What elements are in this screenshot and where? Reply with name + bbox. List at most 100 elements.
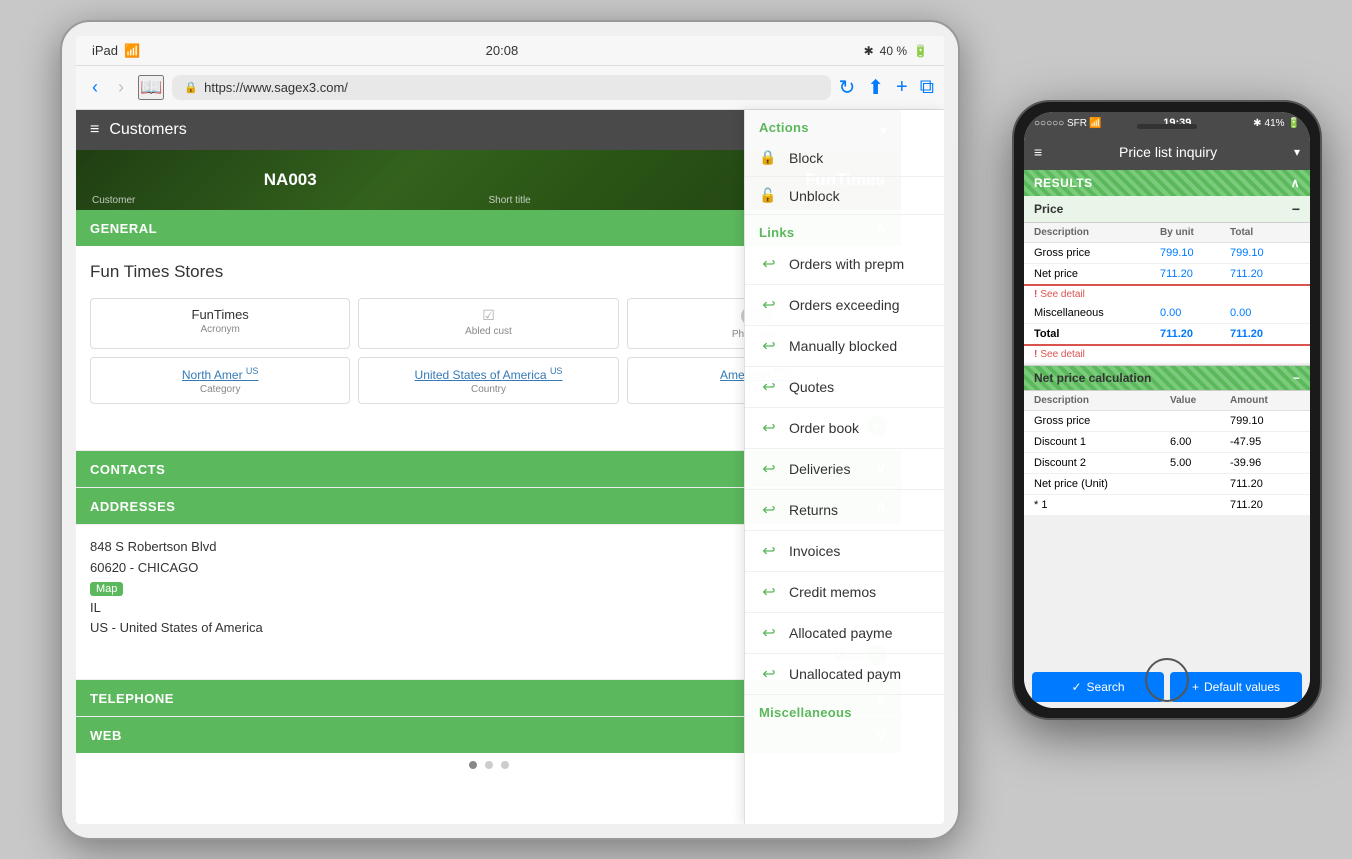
abled-cust-label: Abled cust: [369, 326, 607, 337]
see-detail-icon: !: [1034, 289, 1037, 300]
price-section-header: Price −: [1024, 196, 1310, 223]
category-value[interactable]: North Amer US: [101, 366, 339, 382]
netprice-minus-icon[interactable]: −: [1293, 371, 1300, 385]
price-row-gross: Gross price 799.10 799.10: [1024, 243, 1310, 264]
results-chevron-icon[interactable]: ∧: [1291, 176, 1300, 190]
phone: ○○○○○ SFR 📶 19:39 ✱ 41% 🔋 ≡ Price list i…: [1012, 100, 1322, 720]
price-minus-icon[interactable]: −: [1292, 201, 1300, 217]
menu-item-orders-prepm[interactable]: ↩ Orders with prepm: [745, 244, 944, 285]
menu-item-deliveries[interactable]: ↩ Deliveries: [745, 449, 944, 490]
country-field: United States of America US Country: [358, 357, 618, 404]
orders-prepm-label: Orders with prepm: [789, 256, 904, 272]
share-button[interactable]: ⬆: [867, 75, 884, 100]
tabs-button[interactable]: ⧉: [920, 76, 934, 99]
see-detail-1[interactable]: ! See detail: [1024, 286, 1310, 303]
col-description: Description: [1034, 227, 1160, 238]
tablet: iPad 📶 20:08 ✱ 40 % 🔋 ‹ › 📖 🔒 https://ww…: [60, 20, 960, 840]
np-netunit-amount: 711.20: [1230, 478, 1300, 490]
netprice-table-header: Description Value Amount: [1024, 391, 1310, 411]
price-table-header: Description By unit Total: [1024, 223, 1310, 243]
price-row-total: Total 711.20 711.20: [1024, 324, 1310, 346]
misc-byunit: 0.00: [1160, 307, 1230, 319]
phone-home-button[interactable]: [1145, 658, 1189, 702]
menu-item-returns[interactable]: ↩ Returns: [745, 490, 944, 531]
np-row-disc1: Discount 1 6.00 -47.95: [1024, 432, 1310, 453]
dot-3: [501, 761, 509, 769]
ipad-time: 20:08: [486, 43, 519, 58]
phone-statusbar-left: ○○○○○ SFR 📶: [1034, 118, 1101, 129]
phone-battery-icon: 🔋: [1288, 118, 1300, 129]
statusbar-left: iPad 📶: [92, 43, 140, 59]
np-row-netunit: Net price (Unit) 711.20: [1024, 474, 1310, 495]
phone-chevron-icon[interactable]: ▾: [1294, 145, 1300, 159]
manually-blocked-label: Manually blocked: [789, 338, 897, 354]
bookmarks-button[interactable]: 📖: [138, 75, 164, 100]
np-row-disc2: Discount 2 5.00 -39.96: [1024, 453, 1310, 474]
country-value[interactable]: United States of America US: [369, 366, 607, 382]
menu-item-invoices[interactable]: ↩ Invoices: [745, 531, 944, 572]
forward-button[interactable]: ›: [112, 75, 130, 100]
price-table-misc: Miscellaneous 0.00 0.00 Total 711.20 711…: [1024, 303, 1310, 346]
ipad-label: iPad: [92, 43, 118, 58]
lock-open-icon: 🔓: [759, 187, 779, 204]
deliveries-label: Deliveries: [789, 461, 850, 477]
country-label: Country: [369, 384, 607, 395]
phone-battery-label: 41%: [1265, 118, 1285, 129]
menu-item-unallocated[interactable]: ↩ Unallocated paym: [745, 654, 944, 695]
app-title: Customers: [109, 121, 186, 139]
results-title: RESULTS: [1034, 176, 1093, 190]
price-row-misc: Miscellaneous 0.00 0.00: [1024, 303, 1310, 324]
default-values-button[interactable]: + Default values: [1170, 672, 1302, 702]
np-disc1-value: 6.00: [1170, 436, 1230, 448]
customer-id: NA003: [92, 170, 489, 190]
menu-item-credit-memos[interactable]: ↩ Credit memos: [745, 572, 944, 613]
customer-label: Customer: [92, 195, 135, 206]
see-detail-label-2: See detail: [1040, 349, 1084, 360]
url-bar[interactable]: 🔒 https://www.sagex3.com/: [172, 75, 830, 100]
link-icon: ↩: [759, 500, 779, 520]
menu-item-quotes[interactable]: ↩ Quotes: [745, 367, 944, 408]
abled-cust-field: ☑ Abled cust: [358, 298, 618, 349]
total-total: 711.20: [1230, 328, 1300, 340]
misc-total: 0.00: [1230, 307, 1300, 319]
menu-item-unblock[interactable]: 🔓 Unblock: [745, 177, 944, 215]
statusbar-right: ✱ 40 % 🔋: [864, 44, 928, 58]
menu-item-block[interactable]: 🔒 Block: [745, 139, 944, 177]
gross-price-total: 799.10: [1230, 247, 1300, 259]
checkmark-icon: ✓: [1071, 680, 1081, 694]
app-content: ≡ Customers ▾ Customer NA003 FunTimes Sh…: [76, 110, 944, 824]
phone-wifi-icon: 📶: [1089, 118, 1101, 129]
battery-label: 40 %: [880, 44, 907, 58]
menu-item-orders-exceeding[interactable]: ↩ Orders exceeding: [745, 285, 944, 326]
add-tab-button[interactable]: +: [896, 76, 908, 99]
map-badge[interactable]: Map: [90, 582, 123, 596]
reload-button[interactable]: ↻: [839, 75, 856, 100]
tablet-screen: iPad 📶 20:08 ✱ 40 % 🔋 ‹ › 📖 🔒 https://ww…: [76, 36, 944, 824]
link-icon: ↩: [759, 541, 779, 561]
col-byunit: By unit: [1160, 227, 1230, 238]
np-row-mult: * 1 711.20: [1024, 495, 1310, 516]
menu-item-manually-blocked[interactable]: ↩ Manually blocked: [745, 326, 944, 367]
phone-screen: ○○○○○ SFR 📶 19:39 ✱ 41% 🔋 ≡ Price list i…: [1024, 112, 1310, 708]
net-price-byunit: 711.20: [1160, 268, 1230, 280]
url-text: https://www.sagex3.com/: [204, 80, 348, 95]
total-byunit: 711.20: [1160, 328, 1230, 340]
gross-price-label: Gross price: [1034, 247, 1160, 259]
checkbox-icon: ☑: [369, 307, 607, 324]
search-label: Search: [1087, 680, 1125, 694]
wifi-icon: 📶: [124, 43, 140, 59]
hamburger-icon[interactable]: ≡: [90, 121, 99, 139]
back-button[interactable]: ‹: [86, 75, 104, 100]
phone-hamburger-icon[interactable]: ≡: [1034, 144, 1042, 160]
np-disc2-label: Discount 2: [1034, 457, 1170, 469]
category-label: Category: [101, 384, 339, 395]
phone-app-title: Price list inquiry: [1119, 144, 1217, 160]
menu-item-order-book[interactable]: ↩ Order book: [745, 408, 944, 449]
battery-icon: 🔋: [913, 44, 928, 58]
addresses-title: ADDRESSES: [90, 499, 175, 514]
see-detail-2[interactable]: ! See detail: [1024, 346, 1310, 363]
general-title: GENERAL: [90, 221, 157, 236]
menu-item-allocated[interactable]: ↩ Allocated payme: [745, 613, 944, 654]
unblock-label: Unblock: [789, 188, 840, 204]
col-total: Total: [1230, 227, 1300, 238]
